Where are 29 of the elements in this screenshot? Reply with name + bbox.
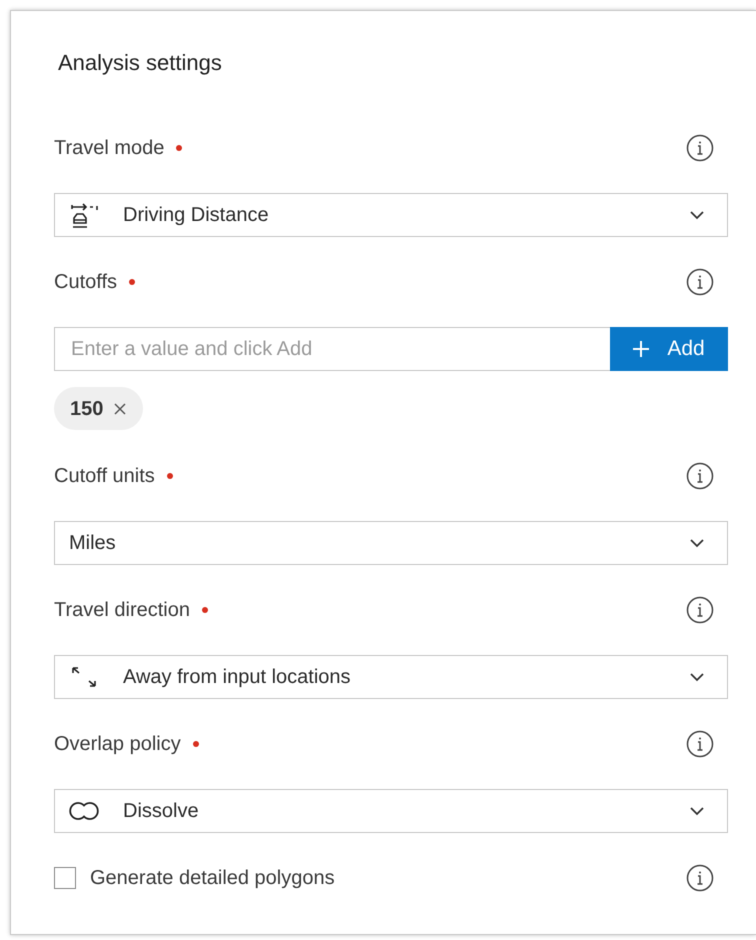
field-label: Cutoffs — [54, 270, 117, 295]
expand-arrows-icon — [69, 664, 99, 690]
checkbox[interactable] — [54, 867, 76, 889]
value-chip[interactable]: 150 — [54, 387, 144, 430]
info-icon[interactable] — [686, 596, 714, 624]
field-label: Travel mode — [54, 136, 164, 161]
panel-title: Analysis settings — [57, 49, 223, 77]
chevron-down-icon — [689, 806, 705, 816]
info-icon[interactable] — [686, 134, 714, 162]
checkbox-label: Generate detailed polygons — [90, 866, 335, 891]
value-input-field[interactable]: Enter a value and click Add — [54, 327, 610, 371]
info-icon[interactable] — [686, 864, 714, 892]
select-dropdown[interactable]: Away from input locations — [54, 655, 728, 699]
field-label: Travel direction — [54, 598, 190, 623]
plus-icon — [633, 341, 650, 357]
chevron-down-icon — [689, 210, 705, 220]
field-label: Cutoff units — [54, 464, 155, 489]
select-dropdown[interactable]: Miles — [54, 521, 728, 565]
add-button[interactable]: Add — [610, 327, 728, 371]
select-dropdown[interactable]: Dissolve — [54, 789, 728, 833]
info-icon[interactable] — [686, 268, 714, 296]
field-label: Overlap policy — [54, 732, 181, 757]
info-icon[interactable] — [686, 462, 714, 490]
select-dropdown[interactable]: Driving Distance — [54, 193, 728, 237]
close-icon[interactable] — [113, 402, 128, 416]
chevron-down-icon — [689, 538, 705, 548]
overlapping-circles-icon — [69, 800, 99, 822]
info-icon[interactable] — [686, 730, 714, 758]
chevron-down-icon — [689, 672, 705, 682]
